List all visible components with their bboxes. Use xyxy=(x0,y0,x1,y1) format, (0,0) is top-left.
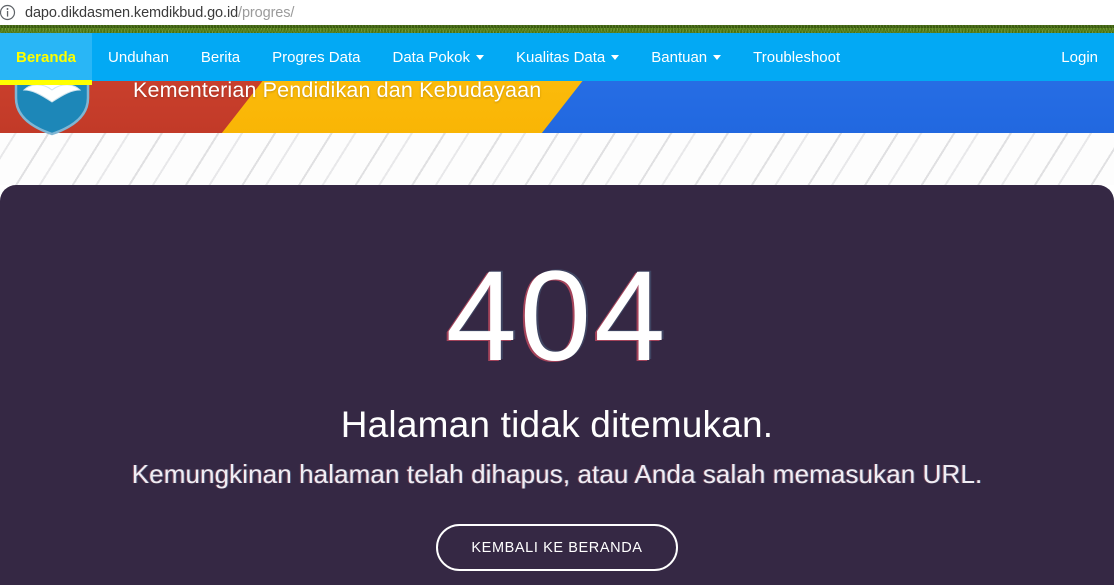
chevron-down-icon xyxy=(476,54,485,60)
banner-title: Kementerian Pendidikan dan Kebudayaan xyxy=(133,78,542,102)
nav-item-login-label: Login xyxy=(1061,48,1098,66)
nav-item-troubleshoot-label: Troubleshoot xyxy=(753,48,841,66)
nav-item-unduhan[interactable]: Unduhan xyxy=(92,33,185,81)
page-root: dapo.dikdasmen.kemdikbud.go.id/progres/ … xyxy=(0,0,1114,585)
nav-item-kualitas-data-label: Kualitas Data xyxy=(516,48,606,66)
nav-item-kualitas-data[interactable]: Kualitas Data xyxy=(500,33,635,81)
error-subline: Kemungkinan halaman telah dihapus, atau … xyxy=(131,459,983,489)
nav-item-unduhan-label: Unduhan xyxy=(108,48,169,66)
nav-item-progres-data-label: Progres Data xyxy=(272,48,361,66)
error-headline: Halaman tidak ditemukan. xyxy=(340,404,774,445)
url-path: /progres/ xyxy=(238,4,295,21)
nav-item-beranda-label: Beranda xyxy=(16,48,77,66)
nav-item-data-pokok-label: Data Pokok xyxy=(392,48,471,66)
url-host: dapo.dikdasmen.kemdikbud.go.id xyxy=(25,4,239,21)
chevron-down-icon xyxy=(611,54,620,60)
chevron-down-icon xyxy=(713,54,722,60)
browser-url-bar[interactable]: dapo.dikdasmen.kemdikbud.go.id/progres/ xyxy=(0,0,1114,25)
nav-item-bantuan[interactable]: Bantuan xyxy=(635,33,737,81)
grass-texture-strip xyxy=(0,25,1114,33)
nav-item-berita[interactable]: Berita xyxy=(185,33,256,81)
error-panel: 404 Halaman tidak ditemukan. Kemungkinan… xyxy=(0,185,1114,585)
nav-item-beranda[interactable]: Beranda xyxy=(0,33,93,85)
nav-item-login[interactable]: Login xyxy=(1045,33,1114,81)
nav-right-group: Login xyxy=(1045,33,1114,81)
url-text: dapo.dikdasmen.kemdikbud.go.id/progres/ xyxy=(25,5,294,21)
grass-texture-top-edge xyxy=(0,25,1114,28)
nav-item-bantuan-label: Bantuan xyxy=(651,48,708,66)
back-to-home-button[interactable]: KEMBALI KE BERANDA xyxy=(436,524,678,571)
nav-item-progres-data[interactable]: Progres Data xyxy=(256,33,376,81)
error-code: 404 xyxy=(445,245,669,388)
main-navigation: Beranda Unduhan Berita Progres Data Data… xyxy=(0,33,1114,85)
nav-item-berita-label: Berita xyxy=(200,48,241,66)
nav-item-troubleshoot[interactable]: Troubleshoot xyxy=(737,33,856,81)
nav-item-data-pokok[interactable]: Data Pokok xyxy=(376,33,500,81)
info-circle-icon[interactable] xyxy=(0,4,16,21)
page-background-strip xyxy=(0,133,1114,185)
